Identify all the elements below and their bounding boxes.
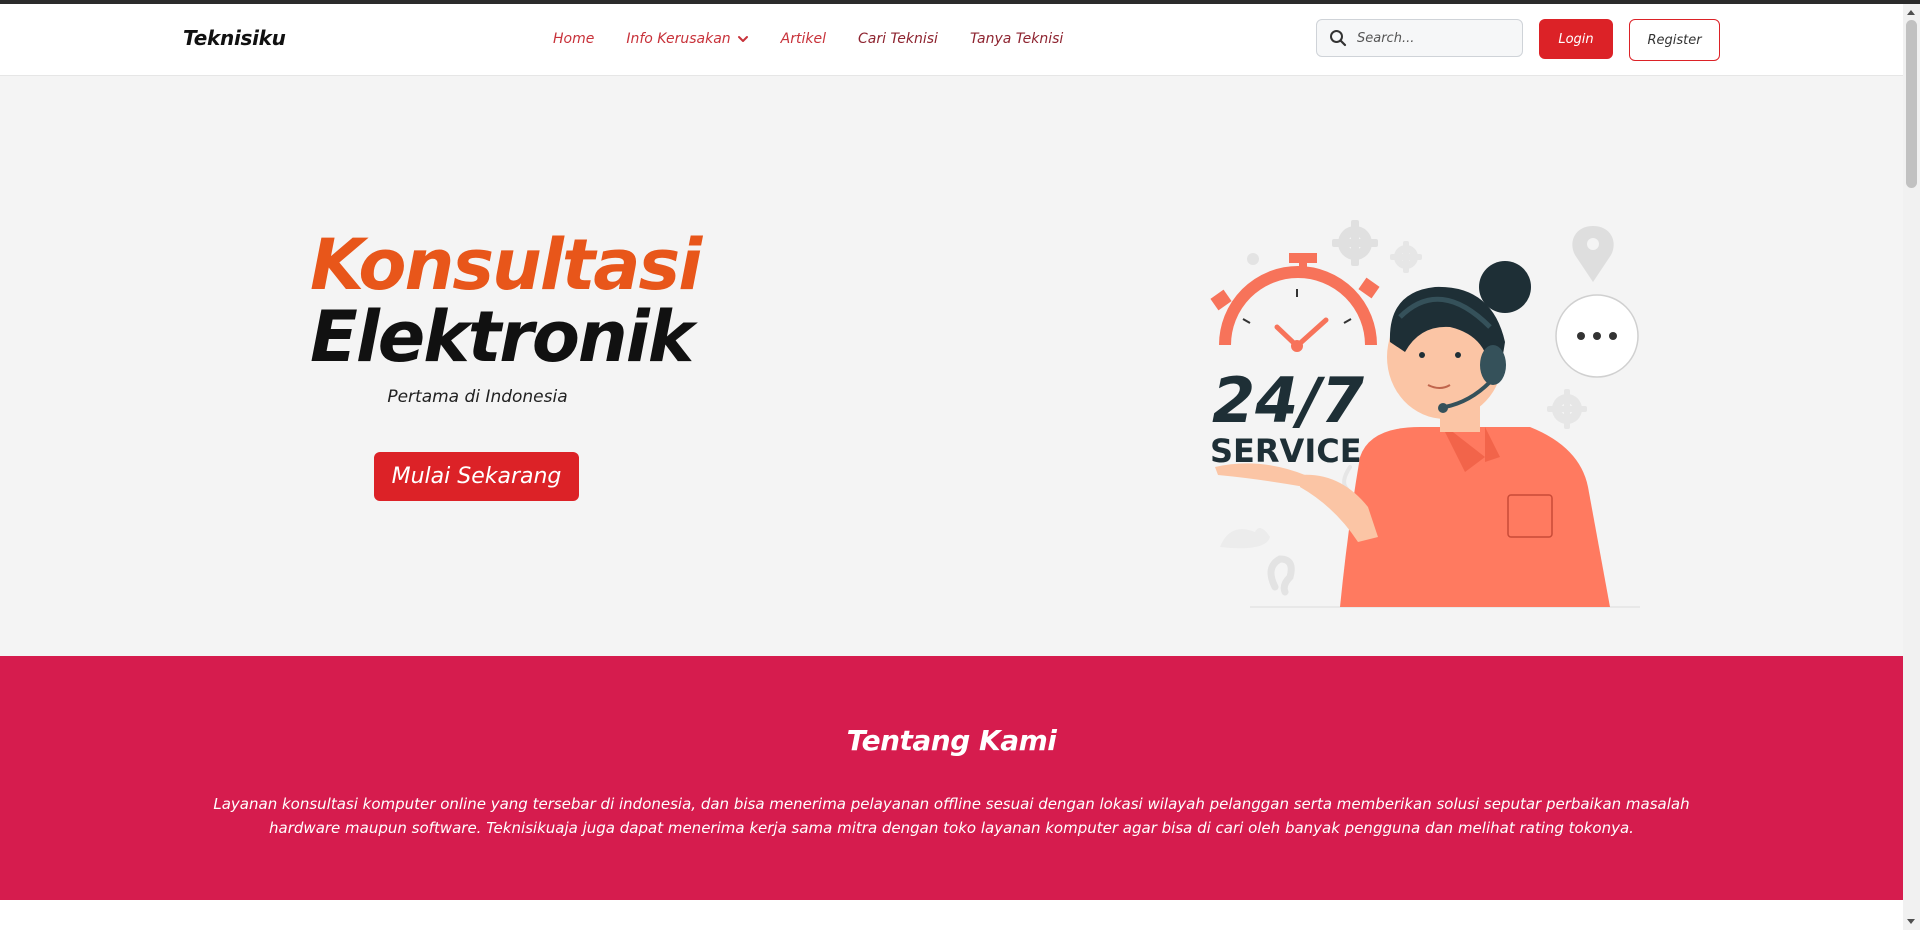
about-description: Layanan konsultasi komputer online yang … bbox=[213, 795, 1690, 837]
clock-icon bbox=[1210, 253, 1380, 352]
navbar: Teknisiku Home Info Kerusakan Artikel Ca… bbox=[0, 4, 1903, 76]
search-box bbox=[1316, 19, 1523, 57]
about-title: Tentang Kami bbox=[846, 724, 1057, 757]
nav-link-artikel[interactable]: Artikel bbox=[781, 31, 826, 47]
hero-title-line1: Konsultasi bbox=[310, 224, 702, 306]
register-button[interactable]: Register bbox=[1629, 19, 1720, 61]
gear-icon bbox=[1332, 220, 1378, 266]
nav-link-cari-teknisi[interactable]: Cari Teknisi bbox=[858, 31, 938, 47]
hero-section: Konsultasi Elektronik Pertama di Indones… bbox=[0, 77, 1903, 656]
page-scrollbar[interactable] bbox=[1903, 4, 1920, 930]
nav-link-info-kerusakan-label: Info Kerusakan bbox=[626, 31, 731, 47]
next-section-top bbox=[0, 900, 1903, 930]
nav-link-info-kerusakan[interactable]: Info Kerusakan bbox=[626, 31, 748, 47]
hero-title-line2: Elektronik bbox=[310, 296, 694, 378]
nav-link-home[interactable]: Home bbox=[553, 31, 594, 47]
illustration-24-7-text: 24/7 bbox=[1212, 364, 1365, 437]
scroll-down-arrow-icon[interactable] bbox=[1907, 919, 1915, 924]
chat-bubble-icon bbox=[1555, 294, 1639, 378]
start-now-button[interactable]: Mulai Sekarang bbox=[374, 452, 579, 501]
about-section: Tentang Kami Layanan konsultasi komputer… bbox=[0, 656, 1903, 900]
nav-link-tanya-teknisi[interactable]: Tanya Teknisi bbox=[970, 31, 1063, 47]
search-icon bbox=[1330, 30, 1347, 47]
customer-service-illustration: 24/7 SERVICE bbox=[1210, 220, 1640, 608]
gear-icon bbox=[1547, 389, 1587, 429]
main-nav: Home Info Kerusakan Artikel Cari Teknisi… bbox=[553, 31, 1063, 47]
search-input[interactable] bbox=[1357, 30, 1517, 46]
location-pin-icon bbox=[1572, 226, 1614, 282]
login-button[interactable]: Login bbox=[1539, 19, 1613, 59]
brand-logo[interactable]: Teknisiku bbox=[183, 26, 286, 50]
scroll-up-arrow-icon[interactable] bbox=[1907, 10, 1915, 15]
scrollbar-thumb[interactable] bbox=[1906, 20, 1917, 188]
chevron-down-icon bbox=[737, 36, 748, 42]
hero-subtitle: Pertama di Indonesia bbox=[387, 387, 568, 407]
gear-icon bbox=[1247, 253, 1259, 265]
gear-icon bbox=[1390, 241, 1422, 273]
